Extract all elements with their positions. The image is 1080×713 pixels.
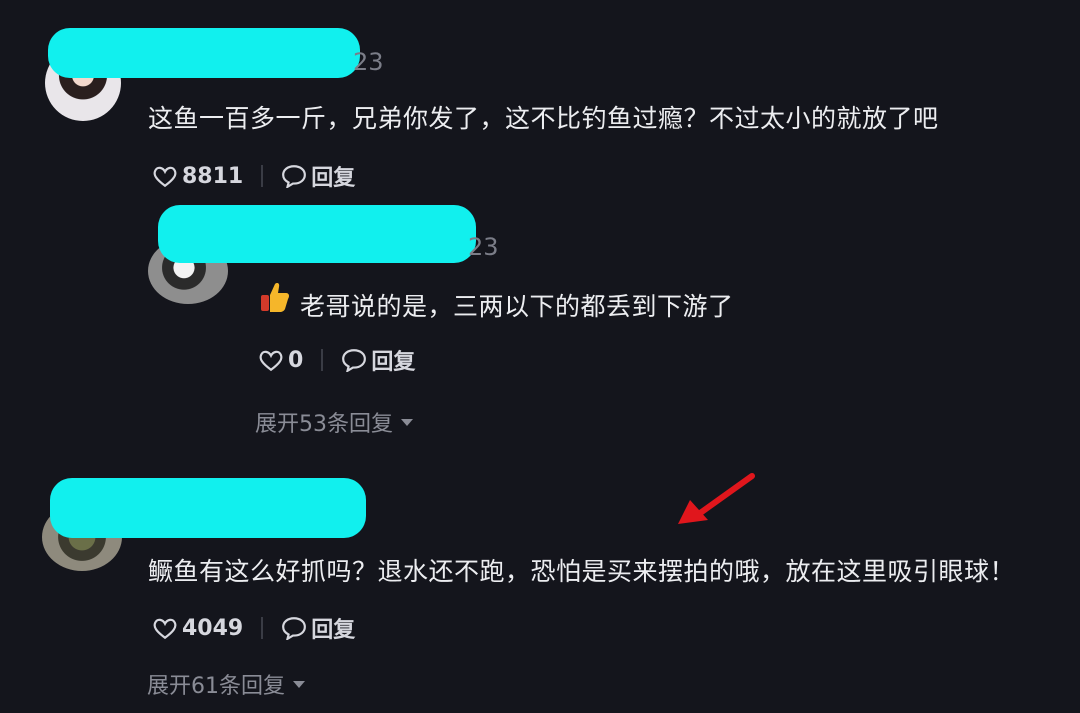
expand-replies-label: 展开61条回复 xyxy=(147,674,285,699)
expand-replies-label: 展开53条回复 xyxy=(255,412,393,437)
like-count: 4049 xyxy=(182,615,244,641)
like-button[interactable]: 4049 xyxy=(152,616,243,641)
like-count: 0 xyxy=(288,347,304,373)
comment-text: 老哥说的是，三两以下的都丢到下游了 xyxy=(300,292,734,321)
reply-button[interactable]: 回复 xyxy=(341,344,415,376)
divider xyxy=(321,349,324,371)
expand-replies-button[interactable]: 展开61条回复 xyxy=(147,668,305,700)
comment-actions: 4049 回复 xyxy=(152,612,355,644)
timestamp: 23 xyxy=(353,48,384,76)
divider xyxy=(261,165,264,187)
thumbs-up-emoji-icon xyxy=(261,283,290,312)
comment-bubble-icon xyxy=(282,617,307,640)
comment-bubble-icon xyxy=(282,165,307,188)
username-redaction xyxy=(48,28,360,78)
like-button[interactable]: 0 xyxy=(258,348,303,373)
divider xyxy=(261,617,264,639)
reply-label: 回复 xyxy=(311,618,356,643)
red-arrow-annotation xyxy=(678,473,755,524)
heart-outline-icon xyxy=(153,166,177,188)
heart-outline-icon xyxy=(259,350,283,372)
reply-label: 回复 xyxy=(311,166,356,191)
heart-outline-icon xyxy=(153,618,177,640)
reply-button[interactable]: 回复 xyxy=(281,160,355,192)
expand-replies-button[interactable]: 展开53条回复 xyxy=(255,406,413,438)
reply-label: 回复 xyxy=(371,350,416,375)
caret-down-icon xyxy=(293,680,305,688)
like-count: 8811 xyxy=(182,163,244,189)
comment-actions: 0 回复 xyxy=(258,344,415,376)
comment-actions: 8811 回复 xyxy=(152,160,355,192)
username-redaction xyxy=(50,478,366,538)
comment-text: 鳜鱼有这么好抓吗？退水还不跑，恐怕是买来摆拍的哦，放在这里吸引眼球！ xyxy=(148,557,1016,586)
comment-text: 这鱼一百多一斤，兄弟你发了，这不比钓鱼过瘾？不过太小的就放了吧 xyxy=(148,104,939,133)
like-button[interactable]: 8811 xyxy=(152,164,243,189)
username-redaction xyxy=(158,205,476,263)
reply-button[interactable]: 回复 xyxy=(281,612,355,644)
comment-bubble-icon xyxy=(342,349,367,372)
caret-down-icon xyxy=(401,418,413,426)
timestamp: 23 xyxy=(468,233,499,261)
